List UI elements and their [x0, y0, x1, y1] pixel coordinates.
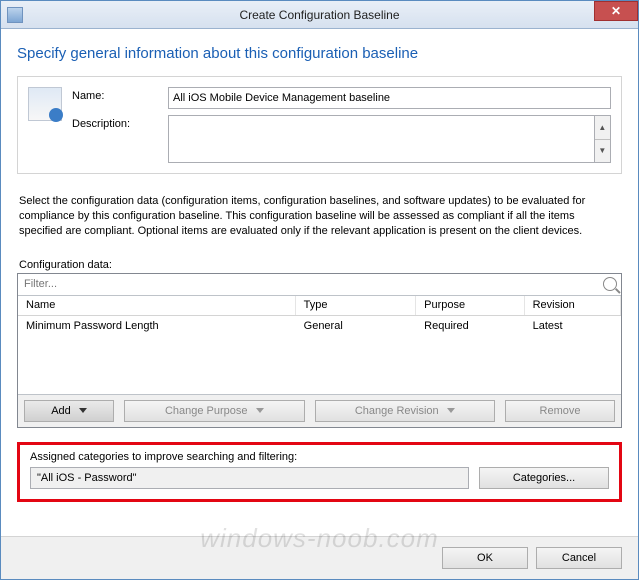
col-purpose[interactable]: Purpose — [416, 296, 524, 316]
categories-section: Assigned categories to improve searching… — [17, 442, 622, 502]
cell-name: Minimum Password Length — [18, 316, 295, 336]
col-type[interactable]: Type — [295, 296, 416, 316]
config-table: Name Type Purpose Revision Minimum Passw… — [18, 296, 621, 336]
config-data-label: Configuration data: — [19, 259, 622, 271]
name-input[interactable] — [168, 87, 611, 109]
ok-label: OK — [477, 552, 493, 564]
change-purpose-button[interactable]: Change Purpose — [124, 400, 305, 422]
col-revision[interactable]: Revision — [524, 296, 620, 316]
description-label: Description: — [72, 115, 162, 130]
ok-button[interactable]: OK — [442, 547, 528, 569]
scroll-up-icon[interactable]: ▲ — [595, 116, 610, 140]
filter-input[interactable] — [22, 277, 603, 291]
baseline-icon — [28, 87, 62, 121]
general-info-group: Name: Description: ▲ ▼ — [17, 76, 622, 174]
dialog-footer: OK Cancel — [1, 536, 638, 579]
cell-purpose: Required — [416, 316, 524, 336]
page-heading: Specify general information about this c… — [17, 45, 622, 62]
description-textarea[interactable] — [168, 115, 595, 163]
dialog-window: Create Configuration Baseline ✕ Specify … — [0, 0, 639, 580]
close-icon: ✕ — [611, 4, 621, 18]
add-button-label: Add — [51, 405, 71, 417]
remove-label: Remove — [540, 405, 581, 417]
chevron-down-icon — [256, 408, 264, 413]
scroll-down-icon[interactable]: ▼ — [595, 140, 610, 163]
content-area: Specify general information about this c… — [1, 29, 638, 536]
grid-button-bar: Add Change Purpose Change Revision Remov… — [18, 394, 621, 427]
cancel-label: Cancel — [562, 552, 596, 564]
categories-value: "All iOS - Password" — [30, 467, 469, 489]
col-name[interactable]: Name — [18, 296, 295, 316]
change-purpose-label: Change Purpose — [165, 405, 248, 417]
name-label: Name: — [72, 87, 162, 102]
description-scroll[interactable]: ▲ ▼ — [595, 115, 611, 163]
cell-type: General — [295, 316, 416, 336]
change-revision-button[interactable]: Change Revision — [315, 400, 496, 422]
instruction-text: Select the configuration data (configura… — [19, 194, 620, 239]
categories-button[interactable]: Categories... — [479, 467, 609, 489]
config-data-grid: Name Type Purpose Revision Minimum Passw… — [17, 273, 622, 428]
change-revision-label: Change Revision — [355, 405, 439, 417]
close-button[interactable]: ✕ — [594, 1, 638, 21]
cancel-button[interactable]: Cancel — [536, 547, 622, 569]
table-row[interactable]: Minimum Password Length General Required… — [18, 316, 621, 336]
cell-revision: Latest — [524, 316, 620, 336]
chevron-down-icon — [447, 408, 455, 413]
search-icon — [603, 277, 617, 291]
add-button[interactable]: Add — [24, 400, 114, 422]
titlebar: Create Configuration Baseline ✕ — [1, 1, 638, 29]
remove-button[interactable]: Remove — [505, 400, 615, 422]
filter-row — [18, 274, 621, 296]
categories-button-label: Categories... — [513, 472, 575, 484]
chevron-down-icon — [79, 408, 87, 413]
categories-label: Assigned categories to improve searching… — [30, 451, 609, 463]
window-title: Create Configuration Baseline — [1, 8, 638, 22]
grid-empty-area — [18, 336, 621, 394]
